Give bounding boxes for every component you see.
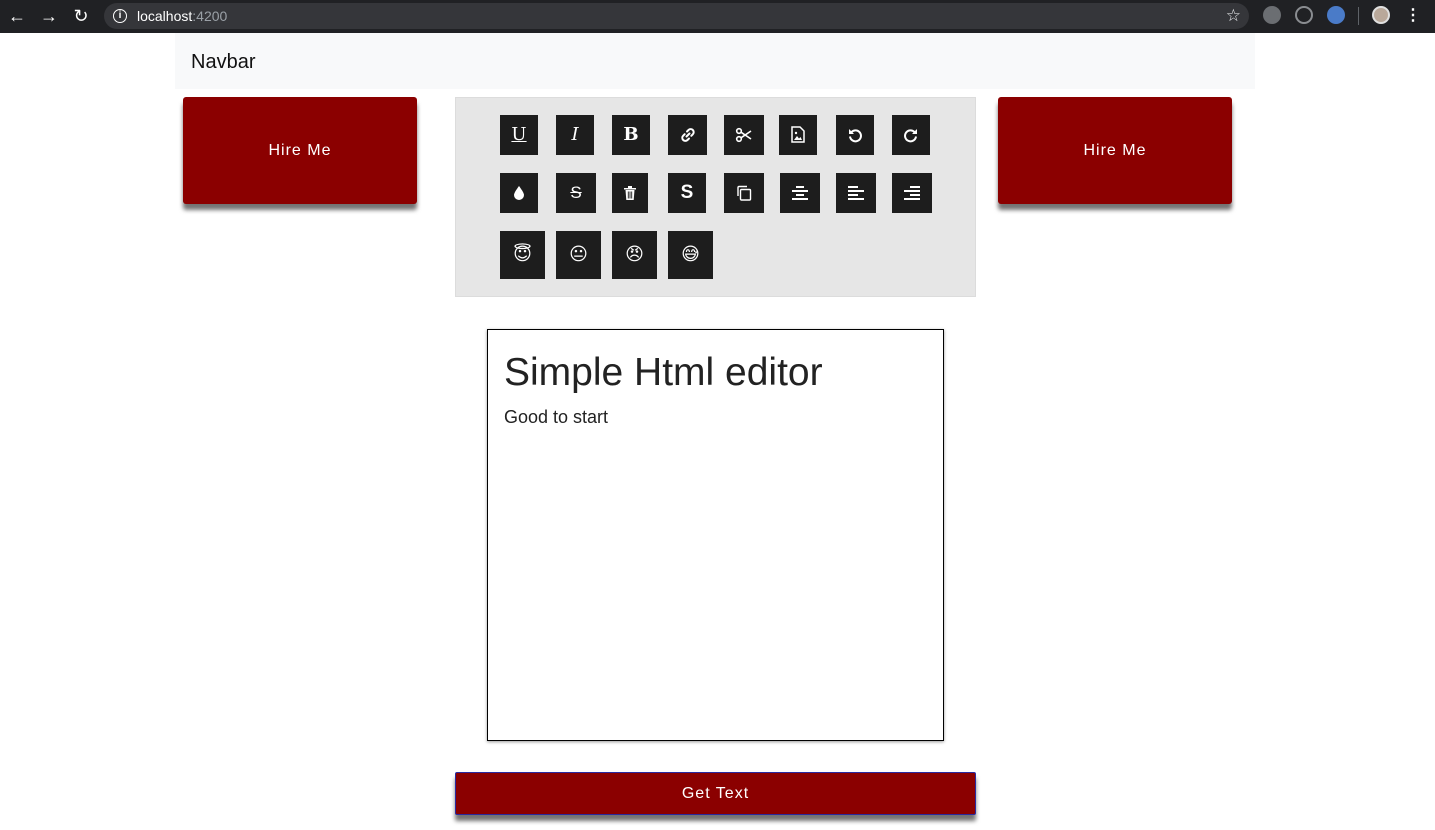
extension-icon[interactable] — [1327, 6, 1345, 24]
hire-me-button-right[interactable]: Hire Me — [998, 97, 1232, 204]
profile-avatar[interactable] — [1372, 6, 1390, 24]
strikethrough-icon: S — [570, 183, 582, 202]
get-text-button[interactable]: Get Text — [455, 772, 976, 815]
bookmark-star-icon[interactable]: ☆ — [1226, 6, 1241, 26]
site-info-icon[interactable]: i — [113, 9, 127, 23]
underline-icon: U — [511, 124, 527, 145]
address-bar[interactable]: i localhost:4200 ☆ — [104, 3, 1249, 29]
clear-format-icon: S — [680, 182, 694, 203]
globe-extension-icon[interactable] — [1263, 6, 1281, 24]
browser-toolbar: ← → ↻ i localhost:4200 ☆ ⋮ — [0, 0, 1435, 33]
align-left-button[interactable] — [836, 173, 876, 213]
emoji-sweat-button[interactable]: 😅 — [668, 231, 713, 279]
editor-heading[interactable]: Simple Html editor — [504, 350, 823, 396]
copy-button[interactable] — [724, 173, 764, 213]
link-icon — [680, 128, 695, 142]
smiling-face-with-halo-icon: 😇 — [513, 244, 532, 265]
image-button[interactable] — [779, 115, 817, 155]
align-center-button[interactable] — [780, 173, 820, 213]
delete-button[interactable] — [612, 173, 648, 213]
undo-icon — [849, 129, 862, 143]
image-file-icon — [791, 126, 805, 143]
trash-icon — [624, 186, 636, 200]
emoji-angry-button[interactable]: 😠 — [612, 231, 657, 279]
navbar-brand[interactable]: Navbar — [191, 50, 255, 74]
underline-button[interactable]: U — [500, 115, 538, 155]
editor-paragraph[interactable]: Good to start — [504, 406, 608, 428]
neutral-face-icon: 😐 — [569, 244, 588, 265]
angry-face-icon: 😠 — [625, 244, 644, 265]
italic-button[interactable]: I — [556, 115, 594, 155]
italic-icon: I — [571, 124, 579, 145]
align-right-icon — [904, 186, 920, 200]
html-editor[interactable]: Simple Html editor Good to start — [487, 329, 944, 741]
kebab-menu-icon[interactable]: ⋮ — [1405, 5, 1421, 27]
sync-extension-icon[interactable] — [1295, 6, 1313, 24]
redo-icon — [904, 129, 917, 143]
align-center-icon — [792, 186, 808, 200]
undo-button[interactable] — [836, 115, 874, 155]
text-color-button[interactable] — [500, 173, 538, 213]
navbar: Navbar — [175, 33, 1255, 89]
align-left-icon — [848, 186, 864, 200]
grinning-face-with-sweat-icon: 😅 — [681, 244, 700, 265]
scissors-icon — [735, 127, 752, 143]
emoji-halo-button[interactable]: 😇 — [500, 231, 545, 279]
emoji-neutral-button[interactable]: 😐 — [556, 231, 601, 279]
ink-drop-icon — [514, 186, 524, 200]
forward-arrow-icon[interactable]: → — [36, 4, 62, 28]
bold-button[interactable]: B — [612, 115, 650, 155]
clear-format-button[interactable]: S — [668, 173, 706, 213]
hire-me-button-left[interactable]: Hire Me — [183, 97, 417, 204]
toolbar-divider — [1358, 7, 1359, 25]
copy-icon — [737, 185, 752, 201]
back-arrow-icon[interactable]: ← — [4, 4, 30, 28]
cut-button[interactable] — [724, 115, 764, 155]
bold-icon: B — [623, 124, 639, 145]
strikethrough-button[interactable]: S — [556, 173, 596, 213]
redo-button[interactable] — [892, 115, 930, 155]
align-right-button[interactable] — [892, 173, 932, 213]
link-button[interactable] — [668, 115, 707, 155]
reload-icon[interactable]: ↻ — [68, 4, 94, 28]
url-text: localhost:4200 — [137, 8, 228, 24]
